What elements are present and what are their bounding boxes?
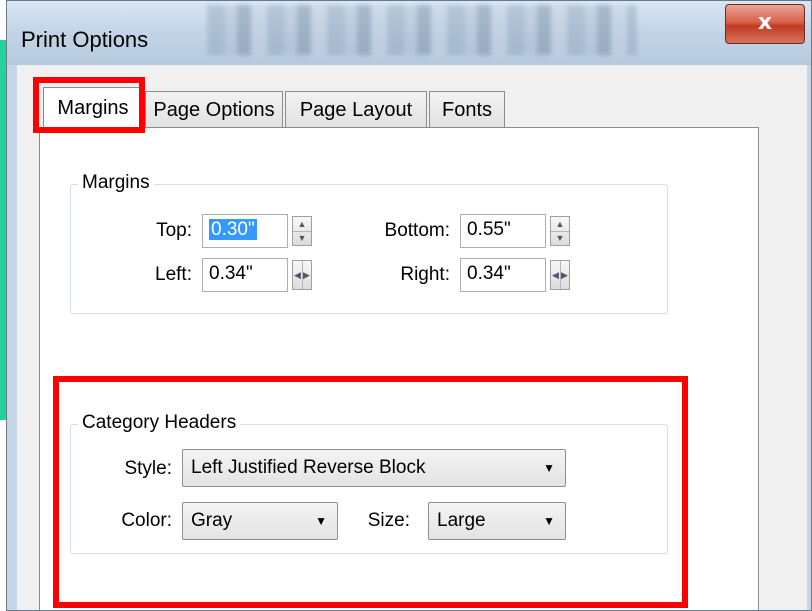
tab-label: Page Layout bbox=[299, 99, 413, 121]
spin-up-icon[interactable]: ▲ bbox=[293, 217, 311, 232]
bottom-label: Bottom: bbox=[384, 220, 450, 241]
left-label: Left: bbox=[155, 264, 192, 285]
bottom-margin-value: 0.55" bbox=[467, 219, 511, 240]
bottom-margin-input[interactable]: 0.55" bbox=[460, 214, 546, 248]
tab-page-layout[interactable]: Page Layout bbox=[285, 91, 427, 129]
window-title: Print Options bbox=[21, 27, 149, 52]
spin-up-icon[interactable]: ▲ bbox=[551, 217, 569, 232]
margins-tab-highlight bbox=[33, 77, 145, 133]
right-label: Right: bbox=[400, 264, 450, 285]
top-margin-input[interactable]: 0.30" bbox=[202, 214, 288, 248]
right-margin-value: 0.34" bbox=[467, 263, 511, 284]
margins-group-title: Margins bbox=[78, 172, 154, 194]
left-margin-input[interactable]: 0.34" bbox=[202, 258, 288, 292]
title-bar[interactable]: Print Options x bbox=[7, 1, 811, 65]
right-margin-input[interactable]: 0.34" bbox=[460, 258, 546, 292]
close-icon: x bbox=[757, 10, 773, 35]
right-margin-spinner[interactable]: ◀ ▶ bbox=[550, 260, 570, 290]
category-headers-highlight bbox=[53, 376, 688, 608]
top-label: Top: bbox=[156, 220, 192, 241]
titlebar-background bbox=[207, 5, 637, 55]
left-margin-value: 0.34" bbox=[209, 263, 253, 284]
top-margin-value: 0.30" bbox=[209, 219, 257, 240]
spin-right-icon[interactable]: ▶ bbox=[302, 261, 311, 289]
close-button[interactable]: x bbox=[725, 4, 805, 44]
margins-groupbox bbox=[70, 184, 668, 314]
left-margin-spinner[interactable]: ◀ ▶ bbox=[292, 260, 312, 290]
bottom-margin-spinner[interactable]: ▲ ▼ bbox=[550, 216, 570, 246]
spin-down-icon[interactable]: ▼ bbox=[293, 231, 311, 245]
tab-label: Page Options bbox=[153, 99, 275, 121]
spin-down-icon[interactable]: ▼ bbox=[551, 231, 569, 245]
tab-page-options[interactable]: Page Options bbox=[145, 91, 283, 129]
top-margin-spinner[interactable]: ▲ ▼ bbox=[292, 216, 312, 246]
tab-label: Fonts bbox=[441, 99, 493, 121]
spin-right-icon[interactable]: ▶ bbox=[560, 261, 569, 289]
tab-fonts[interactable]: Fonts bbox=[429, 91, 505, 129]
